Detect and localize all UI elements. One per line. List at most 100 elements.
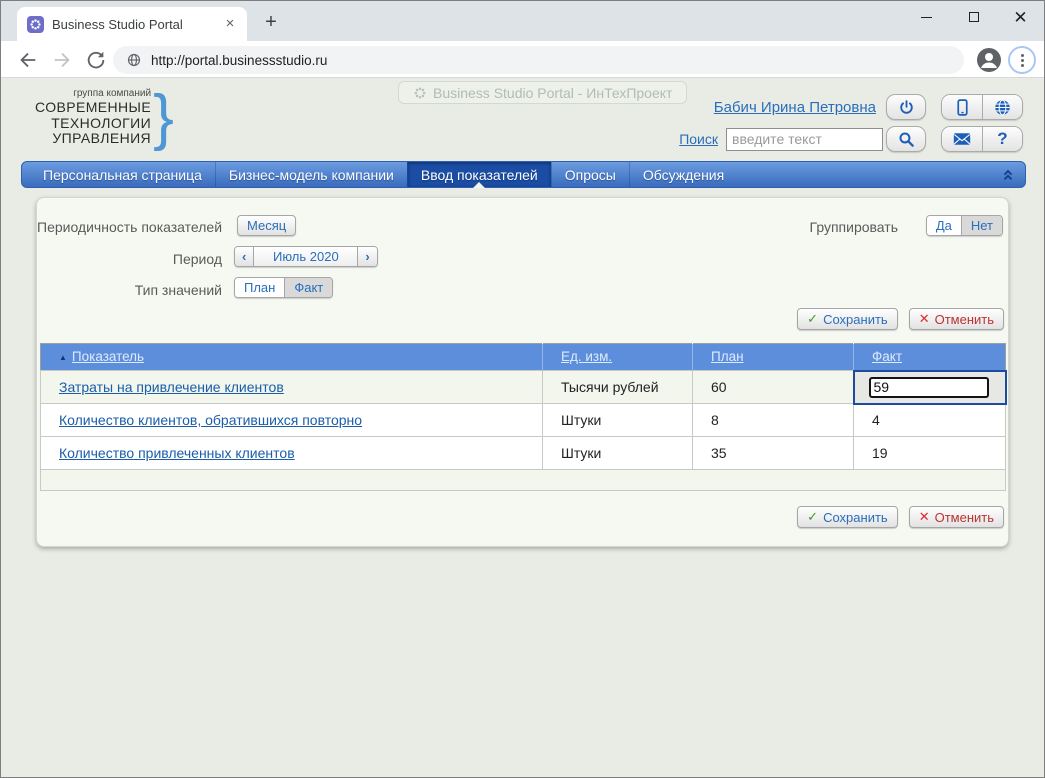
minimize-icon (921, 17, 932, 18)
plan-cell: 35 (693, 437, 854, 470)
column-header-indicator[interactable]: Показатель (72, 349, 144, 364)
forward-button[interactable] (51, 49, 73, 71)
check-icon: ✓ (807, 311, 818, 327)
fact-cell-editing (854, 371, 1006, 404)
close-icon: ✕ (1013, 9, 1027, 26)
save-button-top[interactable]: ✓Сохранить (797, 308, 898, 330)
nav-tab-indicators-input[interactable]: Ввод показателей (407, 162, 551, 187)
plan-cell: 8 (693, 404, 854, 437)
table-header-row: ▲Показатель Ед. изм. План Факт (41, 344, 1006, 371)
language-button[interactable] (982, 95, 1022, 119)
search-button[interactable] (886, 126, 926, 152)
indicator-link[interactable]: Количество привлеченных клиентов (59, 445, 295, 461)
maximize-icon (969, 12, 979, 22)
kebab-menu-icon (1021, 54, 1024, 67)
window-close-button[interactable]: ✕ (997, 1, 1044, 33)
back-button[interactable] (17, 49, 39, 71)
period-label: Период (37, 251, 222, 267)
profile-button[interactable] (976, 47, 1002, 73)
question-mark-icon: ? (997, 129, 1007, 149)
nav-tab-surveys[interactable]: Опросы (551, 162, 629, 187)
window-maximize-button[interactable] (950, 1, 997, 33)
help-button[interactable]: ? (982, 127, 1022, 151)
search-icon (898, 131, 915, 148)
fact-value-input[interactable] (869, 377, 989, 398)
check-icon: ✓ (807, 509, 818, 525)
group-toggle: Да Нет (926, 215, 1003, 236)
periodicity-label: Периодичность показателей (37, 219, 222, 235)
cancel-button-bottom[interactable]: ✕Отменить (909, 506, 1004, 528)
save-button-bottom[interactable]: ✓Сохранить (797, 506, 898, 528)
mobile-phone-icon (955, 99, 970, 116)
column-header-plan[interactable]: План (711, 349, 744, 364)
cancel-button-top[interactable]: ✕Отменить (909, 308, 1004, 330)
indicators-table: ▲Показатель Ед. изм. План Факт Затраты н… (40, 343, 1007, 491)
indicator-link[interactable]: Количество клиентов, обратившихся повтор… (59, 412, 362, 428)
double-chevron-up-icon (1001, 168, 1015, 182)
power-icon (898, 99, 915, 116)
company-logo: группа компаний СОВРЕМЕННЫЕ ТЕХНОЛОГИИ У… (35, 88, 174, 147)
new-tab-button[interactable]: + (259, 11, 283, 35)
address-bar[interactable]: http://portal.businessstudio.ru (113, 46, 964, 74)
logo-line3: УПРАВЛЕНИЯ (52, 131, 151, 147)
globe-icon (994, 99, 1011, 116)
tab-close-icon[interactable]: × (221, 15, 239, 33)
site-favicon-icon (27, 16, 44, 33)
column-header-unit[interactable]: Ед. изм. (561, 349, 612, 364)
tab-title: Business Studio Portal (52, 17, 221, 32)
cross-icon: ✕ (919, 311, 930, 327)
portal-title-badge: Business Studio Portal - ИнТехПроект (398, 81, 687, 104)
value-type-toggle: План Факт (234, 277, 333, 298)
logout-button[interactable] (886, 94, 926, 120)
group-label: Группировать (810, 219, 898, 235)
nav-tab-personal-page[interactable]: Персональная страница (30, 162, 215, 187)
logo-tagline: группа компаний (73, 88, 151, 99)
fact-cell[interactable]: 19 (854, 437, 1006, 470)
user-name-link[interactable]: Бабич Ирина Петровна (714, 99, 876, 116)
table-row: Количество привлеченных клиентов Штуки 3… (41, 437, 1006, 470)
logo-line1: СОВРЕМЕННЫЕ (35, 100, 151, 116)
unit-cell: Штуки (543, 404, 693, 437)
browser-titlebar: Business Studio Portal × + ✕ (1, 1, 1044, 41)
indicator-link[interactable]: Затраты на привлечение клиентов (59, 379, 284, 395)
column-header-fact[interactable]: Факт (872, 349, 902, 364)
group-yes-button[interactable]: Да (927, 216, 961, 235)
reload-button[interactable] (85, 49, 107, 71)
main-navigation: Персональная страница Бизнес-модель комп… (21, 161, 1026, 188)
mobile-version-button[interactable] (942, 95, 982, 119)
periodicity-month-button[interactable]: Месяц (237, 215, 296, 236)
window-minimize-button[interactable] (903, 1, 950, 33)
search-input[interactable] (726, 128, 883, 151)
logo-line2: ТЕХНОЛОГИИ (51, 116, 151, 132)
site-info-globe-icon[interactable] (127, 53, 141, 67)
content-panel: Периодичность показателей Месяц Период ‹… (36, 197, 1009, 547)
logo-brace: } (153, 92, 174, 144)
search-link[interactable]: Поиск (679, 131, 718, 147)
period-prev-button[interactable]: ‹ (235, 247, 253, 266)
period-control: ‹ Июль 2020 › (234, 246, 378, 267)
nav-tab-business-model[interactable]: Бизнес-модель компании (215, 162, 407, 187)
nav-tab-discussions[interactable]: Обсуждения (629, 162, 737, 187)
value-type-fact-button[interactable]: Факт (284, 278, 332, 297)
period-next-button[interactable]: › (358, 247, 376, 266)
browser-tab[interactable]: Business Studio Portal × (17, 7, 247, 41)
value-type-plan-button[interactable]: План (235, 278, 284, 297)
browser-toolbar: http://portal.businessstudio.ru (1, 41, 1044, 78)
table-footer-row (41, 470, 1006, 491)
fact-cell[interactable]: 4 (854, 404, 1006, 437)
table-row: Затраты на привлечение клиентов Тысячи р… (41, 371, 1006, 404)
unit-cell: Тысячи рублей (543, 371, 693, 404)
group-no-button[interactable]: Нет (961, 216, 1002, 235)
messages-button[interactable] (942, 127, 982, 151)
portal-page: Business Studio Portal - ИнТехПроект гру… (1, 78, 1044, 777)
value-type-label: Тип значений (37, 282, 222, 298)
envelope-icon (953, 132, 971, 146)
unit-cell: Штуки (543, 437, 693, 470)
browser-window: Business Studio Portal × + ✕ http://port… (0, 0, 1045, 778)
portal-badge-text: Business Studio Portal - ИнТехПроект (433, 85, 672, 101)
cross-icon: ✕ (919, 509, 930, 525)
collapse-menu-button[interactable] (991, 162, 1025, 187)
period-value[interactable]: Июль 2020 (253, 247, 358, 266)
browser-menu-button[interactable] (1008, 46, 1036, 74)
url-text: http://portal.businessstudio.ru (151, 53, 327, 68)
